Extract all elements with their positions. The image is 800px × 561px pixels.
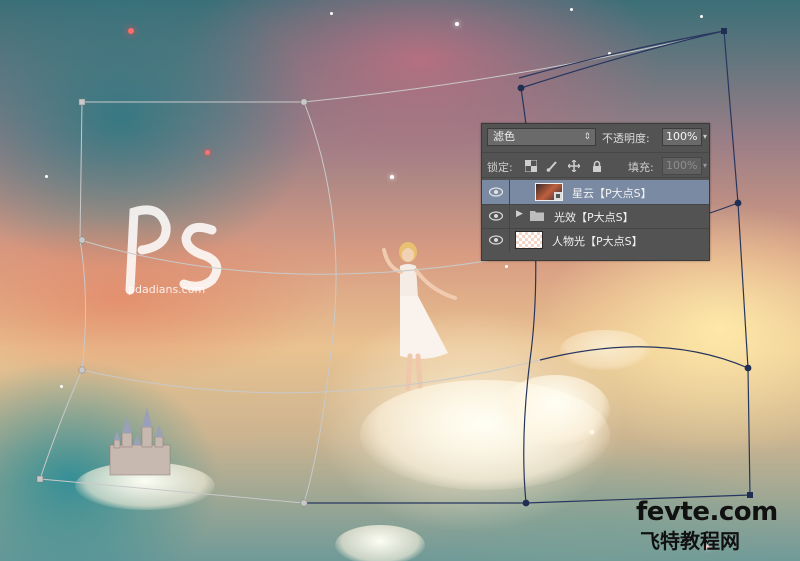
blend-opacity-row: 滤色 ⇕ 不透明度: 100% ▾ bbox=[482, 124, 709, 152]
layer-name: 光效【P大点S】 bbox=[554, 211, 634, 224]
smart-object-icon bbox=[554, 192, 562, 200]
fill-label: 填充: bbox=[628, 161, 654, 174]
warp-control-point[interactable] bbox=[734, 199, 742, 207]
warp-edge-top[interactable] bbox=[82, 30, 725, 103]
warp-control-point[interactable] bbox=[78, 236, 86, 244]
fill-dropdown-icon[interactable]: ▾ bbox=[703, 161, 707, 170]
blend-mode-value: 滤色 bbox=[493, 130, 515, 143]
warp-edge-left[interactable] bbox=[39, 101, 87, 480]
layer-row-nebula[interactable]: 星云【P大点S】 bbox=[482, 180, 709, 205]
layers-panel: 滤色 ⇕ 不透明度: 100% ▾ 锁定: 填充: 100% ▾ 星云【P大点S… bbox=[481, 123, 710, 261]
lock-label: 锁定: bbox=[487, 161, 513, 174]
lock-all-icon[interactable] bbox=[591, 160, 603, 172]
divider bbox=[509, 180, 510, 204]
lock-transparent-pixels-icon[interactable] bbox=[524, 159, 538, 173]
fevte-watermark: fevte.com 飞特教程网 bbox=[636, 497, 796, 553]
expand-triangle-icon[interactable]: ▶ bbox=[516, 209, 523, 219]
warp-control-point[interactable] bbox=[522, 499, 530, 507]
opacity-label: 不透明度: bbox=[602, 132, 650, 145]
folder-icon bbox=[530, 211, 544, 221]
divider bbox=[509, 204, 510, 228]
layer-thumbnail bbox=[535, 183, 563, 201]
warp-edge-right[interactable] bbox=[723, 30, 751, 496]
opacity-dropdown-icon[interactable]: ▾ bbox=[703, 132, 709, 142]
warp-transform-grid[interactable] bbox=[0, 0, 800, 561]
fill-field[interactable]: 100% bbox=[662, 157, 702, 175]
document-canvas[interactable]: pdadians.com bbox=[0, 0, 800, 561]
warp-control-point[interactable] bbox=[78, 366, 86, 374]
warp-control-point[interactable] bbox=[744, 364, 752, 372]
warp-anchor-handle[interactable] bbox=[78, 98, 86, 106]
opacity-field[interactable]: 100% bbox=[662, 128, 702, 146]
layer-name: 人物光【P大点S】 bbox=[552, 235, 643, 248]
blend-mode-dropdown[interactable]: 滤色 ⇕ bbox=[487, 128, 596, 146]
warp-anchor-handle[interactable] bbox=[721, 28, 727, 34]
warp-anchor-handle[interactable] bbox=[36, 475, 44, 483]
lock-fill-row: 锁定: 填充: 100% ▾ bbox=[482, 152, 709, 178]
eye-icon[interactable] bbox=[489, 210, 503, 222]
layer-row-figure-light[interactable]: 人物光【P大点S】 bbox=[482, 228, 709, 252]
fevte-chinese-text: 飞特教程网 bbox=[640, 529, 740, 553]
fevte-domain-text: fevte.com bbox=[636, 497, 778, 527]
warp-control-point[interactable] bbox=[300, 499, 308, 507]
lock-position-icon[interactable] bbox=[567, 159, 581, 173]
eye-icon[interactable] bbox=[489, 186, 503, 198]
transparent-layer-thumbnail bbox=[515, 231, 543, 249]
layer-row-light-effects-group[interactable]: ▶ 光效【P大点S】 bbox=[482, 204, 709, 229]
updown-arrows-icon: ⇕ bbox=[583, 132, 591, 142]
lock-image-pixels-icon[interactable] bbox=[546, 160, 558, 172]
divider bbox=[509, 228, 510, 252]
warp-control-point[interactable] bbox=[517, 84, 525, 92]
layer-name: 星云【P大点S】 bbox=[572, 187, 652, 200]
eye-icon[interactable] bbox=[489, 234, 503, 246]
warp-control-point[interactable] bbox=[300, 98, 308, 106]
